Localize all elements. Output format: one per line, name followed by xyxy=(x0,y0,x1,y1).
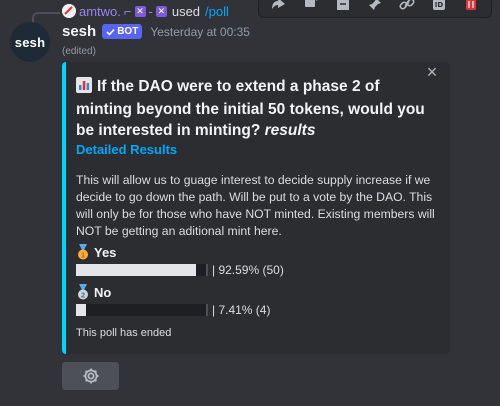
forward-icon[interactable] xyxy=(327,0,359,16)
poll-option-label: No xyxy=(94,284,112,300)
reply-command[interactable]: /poll xyxy=(205,4,229,19)
embed-title-results: results xyxy=(264,122,316,139)
timestamp[interactable]: Yesterday at 00:35 xyxy=(150,25,250,39)
pin-icon[interactable] xyxy=(359,0,391,16)
poll-result-text: | 7.41% (4) xyxy=(212,303,271,317)
delete-icon[interactable] xyxy=(455,0,487,16)
silver-medal-icon: 2 xyxy=(76,284,90,300)
reply-username[interactable]: amtwo. xyxy=(79,4,121,19)
embed-title: If the DAO were to extend a phase 2 of m… xyxy=(76,76,432,141)
poll-result-text: | 92.59% (50) xyxy=(212,263,284,277)
gold-medal-icon: 1 xyxy=(76,244,90,260)
checkmark-icon xyxy=(106,28,115,36)
reply-used-text: used xyxy=(171,3,201,19)
embed-description: This will allow us to guage interest to … xyxy=(76,173,435,238)
poll-embed: × If the DAO were to extend a phase 2 of… xyxy=(62,62,450,354)
svg-text:1: 1 xyxy=(81,252,86,260)
reply-icon[interactable] xyxy=(295,0,327,16)
reply-avatar xyxy=(62,4,76,18)
embed-title-text: If the DAO were to extend a phase 2 of m… xyxy=(76,78,425,139)
poll-ended-text: This poll has ended xyxy=(76,327,172,339)
link-icon[interactable] xyxy=(391,0,423,16)
poll-result-fill xyxy=(76,304,86,316)
poll-option-label: Yes xyxy=(94,244,117,260)
reply-reference[interactable]: amtwo. ⌐ ✕ - ✕ used /poll xyxy=(62,3,229,19)
add-reaction-icon[interactable] xyxy=(263,0,295,16)
x-badge-icon: ✕ xyxy=(134,5,146,17)
detailed-results-link[interactable]: Detailed Results xyxy=(76,142,177,157)
message-header: sesh BOT Yesterday at 00:35 xyxy=(62,23,250,40)
reply-flair: ⌐ xyxy=(123,3,132,19)
avatar[interactable]: sesh xyxy=(10,22,50,62)
bot-tag: BOT xyxy=(102,24,143,39)
gear-icon xyxy=(83,368,98,384)
svg-text:ID: ID xyxy=(435,1,444,9)
username[interactable]: sesh xyxy=(62,23,96,40)
svg-text:2: 2 xyxy=(81,292,86,300)
x-badge-icon: ✕ xyxy=(155,5,167,17)
bar-chart-icon xyxy=(76,77,92,99)
embed-accent-bar xyxy=(62,62,66,354)
edited-label: (edited) xyxy=(62,46,96,57)
message-toolbar: ID xyxy=(258,0,492,18)
poll-result-fill xyxy=(76,264,197,276)
id-icon[interactable]: ID xyxy=(423,0,455,16)
reply-flair-dash: - xyxy=(148,3,153,19)
poll-result-bar xyxy=(76,264,208,276)
poll-result-bar xyxy=(76,304,208,316)
settings-button[interactable] xyxy=(62,362,119,390)
bot-tag-label: BOT xyxy=(117,26,139,37)
poll-option-no: 2 No | 7.41% (4) xyxy=(76,284,416,317)
poll-option-yes: 1 Yes | 92.59% (50) xyxy=(76,244,416,277)
